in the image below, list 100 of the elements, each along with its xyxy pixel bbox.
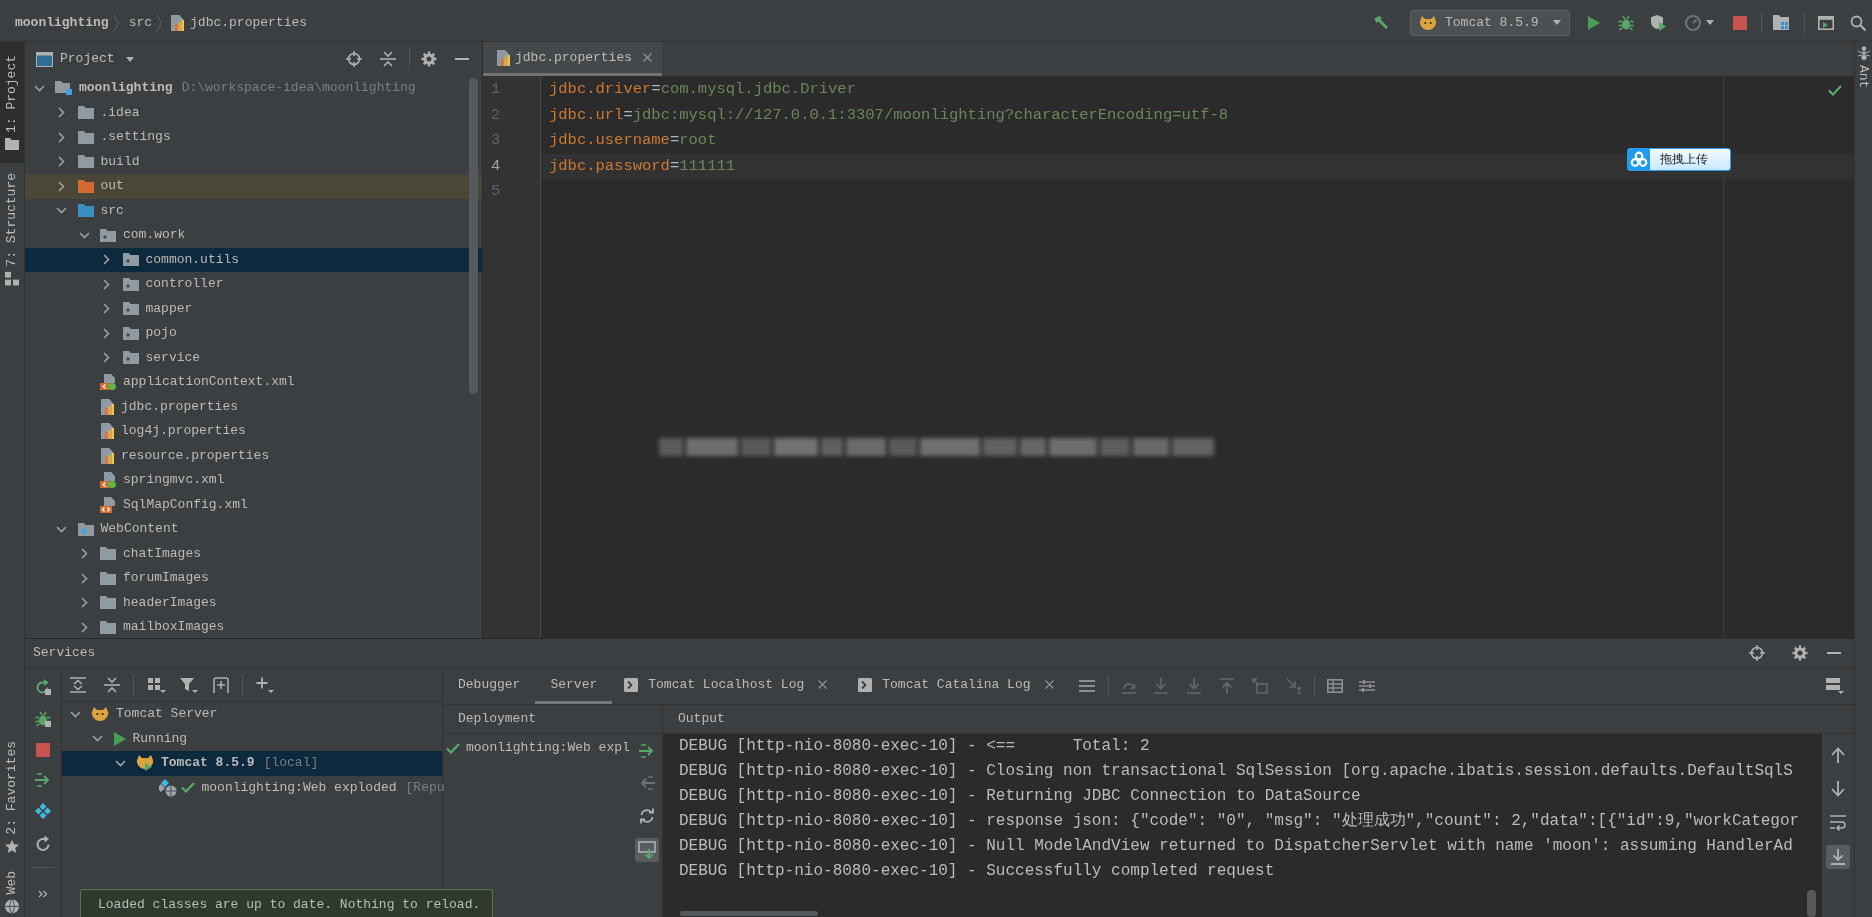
chevron-right-icon[interactable] <box>80 572 88 584</box>
tree-item[interactable]: springmvc.xml <box>25 468 482 493</box>
group-icon[interactable] <box>148 676 166 693</box>
refresh-icon[interactable] <box>35 835 51 851</box>
panel-tab[interactable]: Server <box>535 668 613 704</box>
add-icon[interactable] <box>256 676 274 693</box>
tool-window-button[interactable]: Ant <box>1855 42 1872 93</box>
panel-title-dropdown[interactable]: Project <box>60 51 134 67</box>
deployment-item[interactable]: moonlighting:Web expl <box>443 734 632 762</box>
breadcrumb-item[interactable]: src <box>128 14 153 31</box>
chevron-down-icon[interactable] <box>114 759 126 767</box>
panel-tab[interactable]: Tomcat Localhost Log <box>612 668 847 704</box>
tree-item[interactable]: resource.properties <box>25 443 482 468</box>
tree-item[interactable]: out <box>25 174 482 199</box>
crosshair-icon[interactable] <box>1749 645 1765 661</box>
chevron-down-icon[interactable] <box>92 735 103 743</box>
undeploy-icon[interactable] <box>639 776 655 790</box>
screen-download-icon[interactable] <box>635 838 659 862</box>
tree-item[interactable]: mailboxImages <box>25 615 482 638</box>
chevron-down-icon[interactable] <box>78 231 90 239</box>
close-icon[interactable] <box>818 680 828 689</box>
chevron-right-icon[interactable] <box>58 107 65 119</box>
run-configuration-dropdown[interactable]: Tomcat 8.5.9 <box>1410 9 1570 36</box>
bug-icon[interactable] <box>1618 14 1634 31</box>
tree-item[interactable]: applicationContext.xml <box>25 370 482 395</box>
tree-item[interactable]: controller <box>25 272 482 297</box>
hammer-icon[interactable] <box>1373 14 1389 31</box>
double-chevron-icon[interactable] <box>38 890 48 898</box>
tool-window-button[interactable]: 7: Structure <box>0 163 24 296</box>
expand-all-icon[interactable] <box>70 676 86 693</box>
scrollbar-thumb[interactable] <box>680 911 818 916</box>
layout-icon[interactable] <box>1826 678 1844 694</box>
tree-item[interactable]: SqlMapConfig.xml <box>25 492 482 517</box>
gauge-icon[interactable] <box>1685 14 1701 31</box>
panel-tab[interactable]: Tomcat Catalina Log <box>846 668 1073 704</box>
chevron-right-icon[interactable] <box>103 327 110 339</box>
editor-tab[interactable]: jdbc.properties <box>483 42 663 76</box>
diamond-tiles-icon[interactable] <box>35 803 51 819</box>
chevron-down-icon[interactable] <box>69 710 81 718</box>
add-service-icon[interactable] <box>213 676 229 693</box>
tree-item[interactable]: moonlighting:Web exploded [Repu <box>62 775 442 800</box>
tree-item[interactable]: jdbc.properties <box>25 394 482 419</box>
deploy-icon[interactable] <box>35 773 51 787</box>
tree-item[interactable]: moonlighting D:\workspace-idea\moonlighting <box>25 76 482 101</box>
tool-window-button[interactable]: Web <box>0 866 24 917</box>
panel-tab[interactable]: Debugger <box>443 668 536 704</box>
caret-icon[interactable] <box>1706 20 1714 25</box>
filter-icon[interactable] <box>180 676 198 693</box>
tool-window-button[interactable]: 2: Favorites <box>0 727 24 867</box>
scrollbar-thumb[interactable] <box>469 78 478 394</box>
tree-item[interactable]: service <box>25 345 482 370</box>
scroll-to-end-icon[interactable] <box>1826 845 1850 869</box>
tree-item[interactable]: .idea <box>25 100 482 125</box>
chevron-down-icon[interactable] <box>33 84 45 92</box>
down-arrow-icon[interactable] <box>1831 781 1845 797</box>
tree-item[interactable]: com.work <box>25 223 482 248</box>
breadcrumb-item[interactable]: moonlighting <box>15 14 109 31</box>
tree-item[interactable]: Tomcat Server <box>62 702 442 727</box>
chevron-right-icon[interactable] <box>103 278 110 290</box>
tree-item[interactable]: pojo <box>25 321 482 346</box>
up-arrow-icon[interactable] <box>1831 747 1845 763</box>
crosshair-icon[interactable] <box>346 51 362 67</box>
chevron-right-icon[interactable] <box>80 597 88 609</box>
rerun-icon[interactable] <box>35 679 51 695</box>
collapse-all-icon[interactable] <box>104 676 120 693</box>
chevron-down-icon[interactable] <box>56 207 67 215</box>
tree-item[interactable]: WebContent <box>25 517 482 542</box>
tool-window-button[interactable]: 1: Project <box>0 42 24 163</box>
shield-play-icon[interactable] <box>1650 14 1666 31</box>
tree-item[interactable]: build <box>25 149 482 174</box>
chevron-right-icon[interactable] <box>80 548 88 560</box>
breadcrumb-item[interactable]: jdbc.properties <box>172 14 308 31</box>
close-icon[interactable] <box>1044 680 1054 689</box>
tree-item[interactable]: Running <box>62 726 442 751</box>
close-icon[interactable] <box>643 53 653 62</box>
tree-item[interactable]: chatImages <box>25 541 482 566</box>
stop-icon[interactable] <box>1733 15 1747 30</box>
sync-icon[interactable] <box>639 808 655 824</box>
tree-item[interactable]: headerImages <box>25 590 482 615</box>
collapse-all-icon[interactable] <box>380 51 396 67</box>
tree-item[interactable]: log4j.properties <box>25 419 482 444</box>
sliders-icon[interactable] <box>1358 680 1375 692</box>
tree-item[interactable]: src <box>25 198 482 223</box>
chevron-right-icon[interactable] <box>103 303 110 315</box>
deploy-icon[interactable] <box>639 744 655 758</box>
settings-icon[interactable] <box>1792 645 1808 661</box>
chevron-right-icon[interactable] <box>58 180 65 192</box>
tree-item[interactable]: .settings <box>25 125 482 150</box>
list-icon[interactable] <box>1078 680 1095 692</box>
chevron-right-icon[interactable] <box>103 352 110 364</box>
chevron-down-icon[interactable] <box>56 525 67 533</box>
table-icon[interactable] <box>1326 679 1343 693</box>
tree-item[interactable]: forumImages <box>25 566 482 591</box>
chevron-right-icon[interactable] <box>103 254 110 266</box>
tree-item[interactable]: Tomcat 8.5.9 [local] <box>62 751 442 776</box>
chevron-right-icon[interactable] <box>58 156 65 168</box>
tree-item[interactable]: common.utils <box>25 247 482 272</box>
settings-icon[interactable] <box>421 51 437 67</box>
search-icon[interactable] <box>1850 14 1866 31</box>
bug-icon[interactable] <box>35 711 51 727</box>
